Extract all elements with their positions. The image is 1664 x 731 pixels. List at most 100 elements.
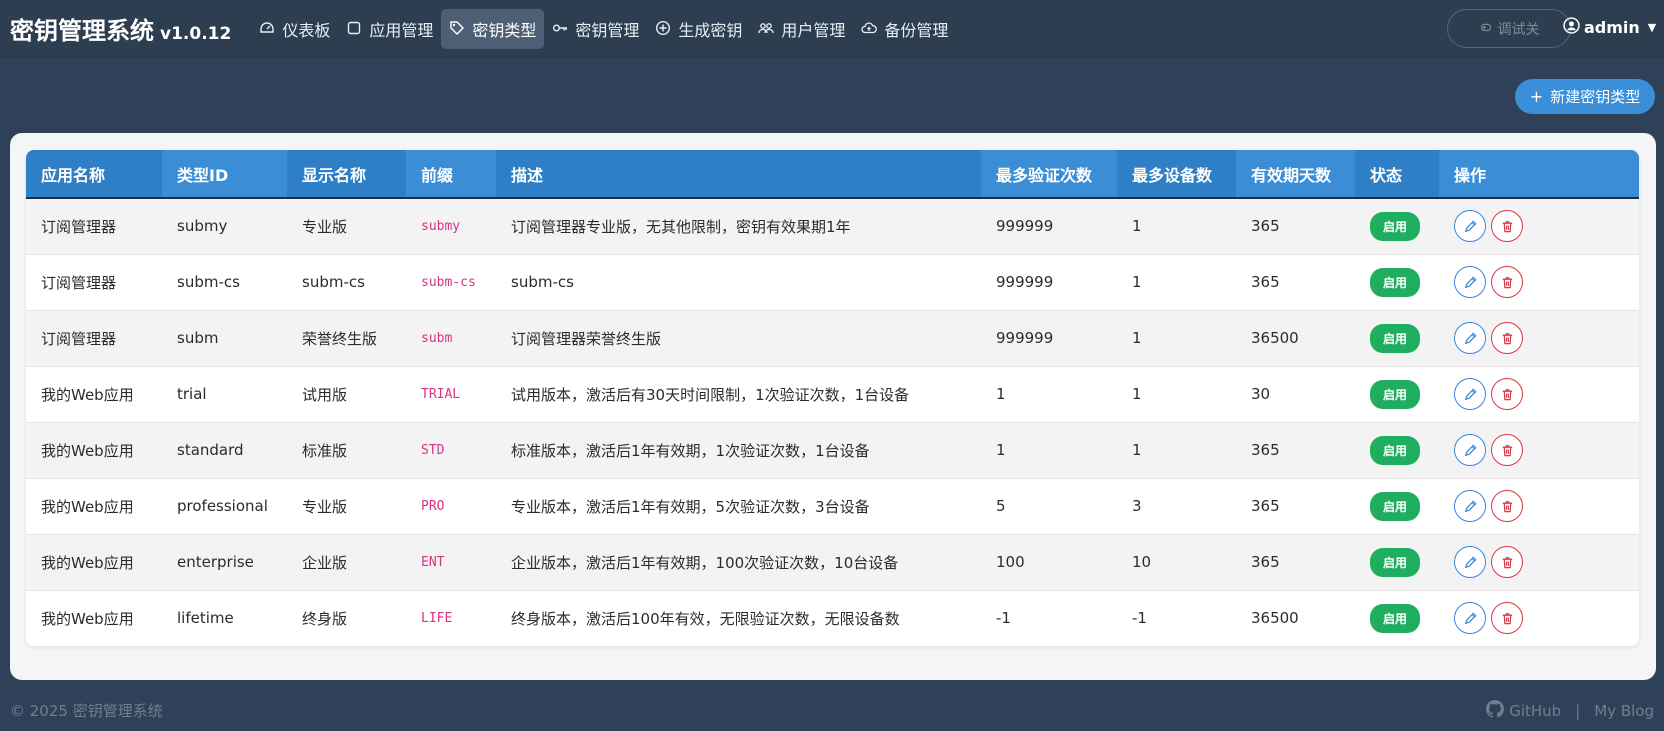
- cell-status: 启用: [1355, 310, 1439, 367]
- cell-display-name: 试用版: [287, 366, 406, 423]
- cell-description: 订阅管理器荣誉终生版: [496, 310, 981, 367]
- status-badge: 启用: [1370, 323, 1421, 353]
- cell-validity-days: 36500: [1236, 310, 1355, 367]
- delete-button[interactable]: [1491, 266, 1523, 298]
- table-row: 订阅管理器 subm-cs subm-cs subm-cs subm-cs 999999 1…: [26, 254, 1639, 311]
- key-types-table-wrapper: 应用名称 类型ID 显示名称 前缀 描述 最多验证次数 最多设备数 有效期天数 …: [26, 150, 1639, 646]
- edit-button[interactable]: [1454, 490, 1486, 522]
- row-actions: [1454, 322, 1639, 354]
- table-row: 我的Web应用 lifetime 终身版 LIFE 终身版本，激活后100年有效，无限验…: [26, 590, 1639, 646]
- col-header-prefix[interactable]: 前缀: [406, 150, 496, 199]
- col-header-actions[interactable]: 操作: [1439, 150, 1639, 199]
- cell-type-id: enterprise: [162, 534, 287, 591]
- delete-button[interactable]: [1491, 602, 1523, 634]
- delete-button[interactable]: [1491, 322, 1523, 354]
- table-row: 订阅管理器 subm 荣誉终生版 subm 订阅管理器荣誉终生版 999999 1 36500…: [26, 310, 1639, 367]
- row-actions: [1454, 210, 1639, 243]
- cell-type-id: subm: [162, 310, 287, 367]
- nav-item-key-types[interactable]: 密钥类型: [441, 8, 545, 49]
- key-icon: [552, 20, 570, 38]
- edit-button[interactable]: [1454, 210, 1486, 243]
- edit-button[interactable]: [1454, 546, 1486, 578]
- cell-description: 订阅管理器专业版，无其他限制，密钥有效果期1年: [496, 198, 981, 255]
- col-header-description[interactable]: 描述: [496, 150, 981, 199]
- cell-description: 企业版本，激活后1年有效期，100次验证次数，10台设备: [496, 534, 981, 591]
- nav-label: 生成密钥: [678, 20, 743, 40]
- delete-button[interactable]: [1491, 210, 1523, 243]
- delete-button[interactable]: [1491, 434, 1523, 466]
- col-header-display-name[interactable]: 显示名称: [287, 150, 406, 199]
- cell-app: 订阅管理器: [26, 198, 162, 255]
- status-badge: 启用: [1370, 435, 1421, 465]
- cell-description: 终身版本，激活后100年有效，无限验证次数，无限设备数: [496, 590, 981, 646]
- status-badge: 启用: [1370, 491, 1421, 521]
- cell-prefix: PRO: [406, 478, 496, 535]
- status-badge: 启用: [1370, 211, 1421, 241]
- cell-actions: [1439, 534, 1639, 591]
- cell-max-devices: 1: [1117, 310, 1236, 367]
- cell-max-verify: 999999: [981, 198, 1117, 255]
- content-card: 应用名称 类型ID 显示名称 前缀 描述 最多验证次数 最多设备数 有效期天数 …: [10, 133, 1656, 680]
- delete-button[interactable]: [1491, 490, 1523, 522]
- nav-item-users[interactable]: 用户管理: [750, 9, 853, 49]
- cell-max-verify: 5: [981, 478, 1117, 535]
- cell-type-id: subm-cs: [162, 254, 287, 311]
- edit-button[interactable]: [1454, 266, 1486, 298]
- col-header-max-verify[interactable]: 最多验证次数: [981, 150, 1117, 199]
- col-header-type-id[interactable]: 类型ID: [162, 150, 287, 199]
- cell-actions: [1439, 478, 1639, 535]
- cell-type-id: professional: [162, 478, 287, 535]
- debug-toggle-button[interactable]: 调试关: [1447, 9, 1571, 48]
- table-header-row: 应用名称 类型ID 显示名称 前缀 描述 最多验证次数 最多设备数 有效期天数 …: [26, 150, 1639, 199]
- navbar: 密钥管理系统 v1.0.12 仪表板 应用管理 密钥类型 密钥管理 生成密钥 用…: [0, 0, 1664, 58]
- nav-menu: 仪表板 应用管理 密钥类型 密钥管理 生成密钥 用户管理 备份管理: [251, 0, 956, 58]
- nav-item-backup[interactable]: 备份管理: [853, 9, 956, 49]
- user-circle-icon: [1563, 17, 1584, 38]
- nav-item-dashboard[interactable]: 仪表板: [251, 9, 338, 49]
- tag-icon: [449, 20, 467, 38]
- nav-item-apps[interactable]: 应用管理: [338, 9, 441, 49]
- col-header-max-devices[interactable]: 最多设备数: [1117, 150, 1236, 199]
- cell-status: 启用: [1355, 198, 1439, 255]
- edit-button[interactable]: [1454, 322, 1486, 354]
- trash-icon: [1500, 331, 1515, 346]
- cell-display-name: 专业版: [287, 478, 406, 535]
- cell-prefix: TRIAL: [406, 366, 496, 423]
- pencil-icon: [1463, 387, 1478, 402]
- brand[interactable]: 密钥管理系统 v1.0.12: [10, 11, 231, 46]
- delete-button[interactable]: [1491, 546, 1523, 578]
- cell-display-name: 标准版: [287, 422, 406, 479]
- cell-display-name: 荣誉终生版: [287, 310, 406, 367]
- table-row: 我的Web应用 professional 专业版 PRO 专业版本，激活后1年有效期，5…: [26, 478, 1639, 535]
- plus-circle-icon: [655, 20, 673, 38]
- edit-button[interactable]: [1454, 434, 1486, 466]
- user-menu[interactable]: admin ▼: [1563, 17, 1656, 38]
- cell-app: 我的Web应用: [26, 366, 162, 423]
- nav-label: 备份管理: [884, 20, 949, 40]
- cell-max-devices: 3: [1117, 478, 1236, 535]
- trash-icon: [1500, 275, 1515, 290]
- cell-app: 我的Web应用: [26, 534, 162, 591]
- col-header-app[interactable]: 应用名称: [26, 150, 162, 199]
- github-link[interactable]: GitHub: [1509, 702, 1561, 720]
- nav-item-keys[interactable]: 密钥管理: [544, 9, 647, 49]
- trash-icon: [1500, 219, 1515, 234]
- version-label: v1.0.12: [160, 24, 232, 44]
- edit-button[interactable]: [1454, 602, 1486, 634]
- cell-app: 订阅管理器: [26, 254, 162, 311]
- col-header-status[interactable]: 状态: [1355, 150, 1439, 199]
- delete-button[interactable]: [1491, 378, 1523, 410]
- username: admin: [1584, 18, 1640, 37]
- cell-description: 标准版本，激活后1年有效期，1次验证次数，1台设备: [496, 422, 981, 479]
- cell-max-verify: 100: [981, 534, 1117, 591]
- cell-prefix: subm-cs: [406, 254, 496, 311]
- edit-button[interactable]: [1454, 378, 1486, 410]
- col-header-validity-days[interactable]: 有效期天数: [1236, 150, 1355, 199]
- pencil-icon: [1463, 443, 1478, 458]
- blog-link[interactable]: My Blog: [1594, 702, 1654, 720]
- new-key-type-button[interactable]: + 新建密钥类型: [1515, 79, 1655, 114]
- nav-item-generate[interactable]: 生成密钥: [647, 9, 750, 49]
- cell-validity-days: 365: [1236, 422, 1355, 479]
- brand-title: 密钥管理系统: [10, 17, 154, 45]
- cell-actions: [1439, 198, 1639, 255]
